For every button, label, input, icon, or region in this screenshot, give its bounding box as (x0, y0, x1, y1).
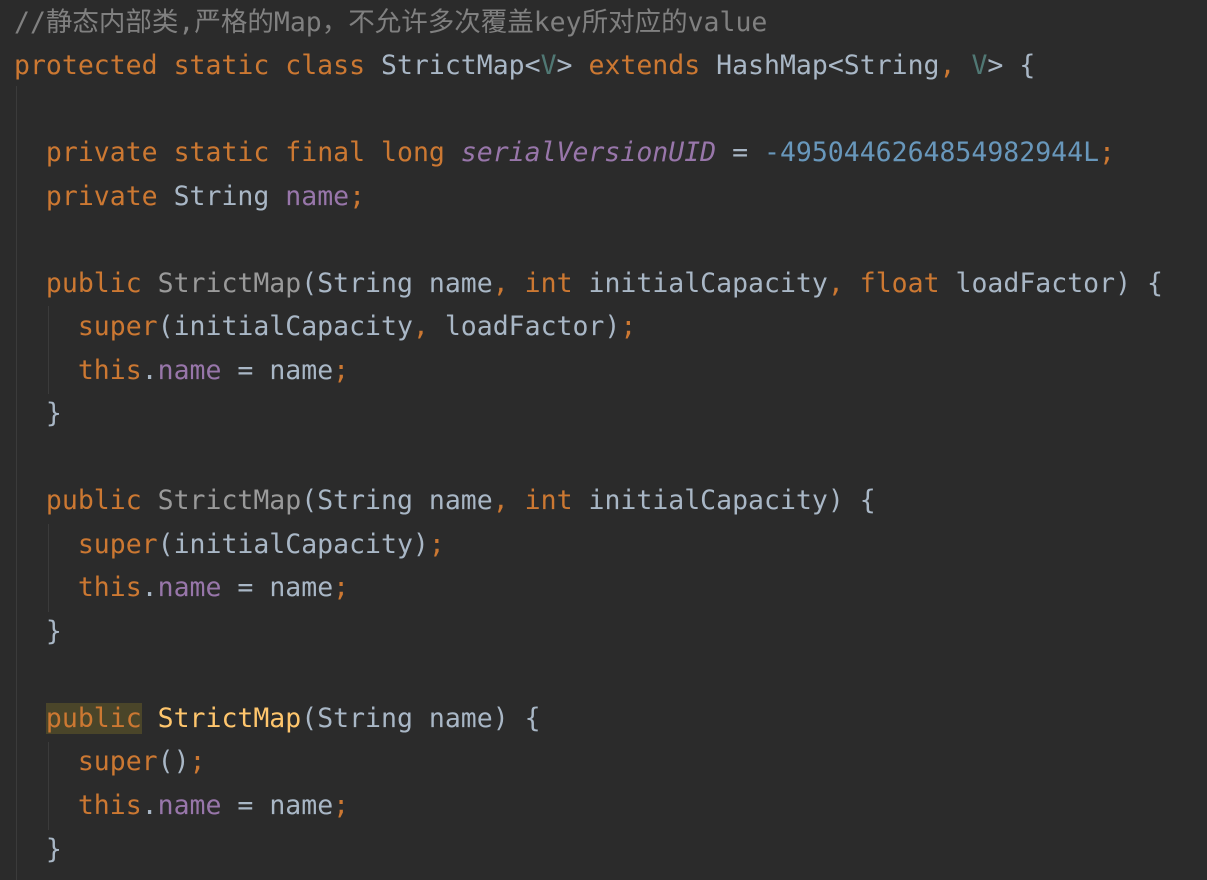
comment-text: //静态内部类,严格的Map，不允许多次覆盖key所对应的value (14, 7, 768, 38)
code-line-ctor3-close: } (14, 834, 62, 865)
code-line-class-declaration: protected static class StrictMap<V> exte… (14, 50, 1036, 81)
field-name: name (157, 355, 222, 386)
param-initial-capacity: initialCapacity (588, 268, 828, 299)
keyword-class: class (285, 50, 366, 81)
keyword-this: this (77, 572, 142, 603)
type-parameter: V (971, 50, 988, 81)
code-line-ctor1-super: super(initialCapacity, loadFactor); (77, 311, 637, 342)
keyword-float: float (859, 268, 940, 299)
code-line-ctor1-assign: this.name = name; (77, 355, 350, 386)
code-line-ctor2-assign: this.name = name; (77, 572, 350, 603)
keyword-this: this (77, 355, 142, 386)
param-name: name (428, 268, 493, 299)
keyword-this: this (77, 790, 142, 821)
param-load-factor: loadFactor (955, 268, 1116, 299)
keyword-final: final (285, 137, 366, 168)
keyword-super: super (77, 311, 158, 342)
field-serial-version-uid: serialVersionUID (460, 137, 717, 168)
code-line-comment: //静态内部类,严格的Map，不允许多次覆盖key所对应的value (14, 3, 767, 43)
arg-initial-capacity: initialCapacity (173, 529, 413, 560)
keyword-private: private (45, 181, 158, 212)
serial-value: -4950446264854982944L (763, 137, 1100, 168)
keyword-static: static (173, 137, 270, 168)
code-line-ctor1-close: } (14, 398, 62, 429)
param-name: name (269, 355, 334, 386)
arg-initial-capacity: initialCapacity (173, 311, 413, 342)
keyword-super: super (77, 529, 158, 560)
code-line-ctor3-signature: public StrictMap(String name) { (45, 703, 541, 734)
type-parameter: V (540, 50, 557, 81)
type-string: String (317, 485, 413, 516)
keyword-public-highlighted[interactable]: public (45, 703, 142, 734)
code-line-ctor2-signature: public StrictMap(String name, int initia… (45, 485, 876, 516)
constructor-name: StrictMap (157, 268, 302, 299)
code-line-ctor2-close: } (14, 616, 62, 647)
code-line-ctor3-super: super(); (77, 746, 206, 777)
constructor-name: StrictMap (157, 703, 302, 734)
keyword-static: static (173, 50, 270, 81)
class-name: StrictMap (381, 50, 525, 81)
keyword-super: super (77, 746, 158, 777)
arg-load-factor: loadFactor (444, 311, 605, 342)
keyword-public: public (45, 485, 142, 516)
superclass-name: HashMap (716, 50, 828, 81)
field-name: name (285, 181, 350, 212)
code-line-ctor1-signature: public StrictMap(String name, int initia… (45, 268, 1163, 299)
keyword-int: int (524, 485, 573, 516)
keyword-extends: extends (588, 50, 701, 81)
code-line-ctor2-super: super(initialCapacity); (77, 529, 445, 560)
type-string: String (317, 703, 413, 734)
keyword-public: public (45, 268, 142, 299)
keyword-private: private (45, 137, 158, 168)
param-name: name (428, 703, 493, 734)
code-line-ctor3-assign: this.name = name; (77, 790, 350, 821)
field-name: name (157, 572, 222, 603)
param-name: name (269, 790, 334, 821)
keyword-int: int (524, 268, 573, 299)
type-string: String (843, 50, 940, 81)
field-name: name (157, 790, 222, 821)
param-initial-capacity: initialCapacity (588, 485, 828, 516)
param-name: name (428, 485, 493, 516)
keyword-long: long (381, 137, 445, 168)
code-line-serial-field: private static final long serialVersionU… (45, 137, 1115, 168)
constructor-name: StrictMap (157, 485, 302, 516)
keyword-protected: protected (14, 50, 158, 81)
type-string: String (317, 268, 413, 299)
param-name: name (269, 572, 334, 603)
code-editor[interactable]: //静态内部类,严格的Map，不允许多次覆盖key所对应的value prote… (0, 0, 1207, 880)
code-line-name-field: private String name; (45, 181, 366, 212)
type-string: String (173, 181, 270, 212)
